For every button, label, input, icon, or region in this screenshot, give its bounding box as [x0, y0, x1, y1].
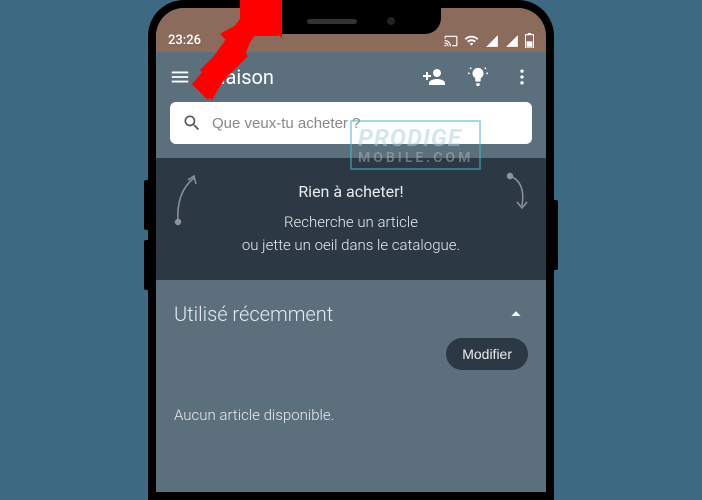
recent-section: Utilisé récemment Modifier Aucun article…	[156, 280, 546, 446]
empty-title: Rien à acheter!	[176, 182, 526, 201]
cast-icon	[444, 34, 458, 48]
hamburger-icon	[169, 66, 191, 88]
phone-screen: 23:26 Maison	[156, 8, 546, 492]
no-article-text: Aucun article disponible.	[174, 406, 528, 424]
status-icons	[444, 33, 534, 48]
search-box[interactable]	[170, 102, 532, 144]
tips-button[interactable]	[466, 65, 490, 89]
page-title: Maison	[208, 65, 406, 89]
chevron-up-icon	[505, 303, 527, 325]
phone-notch	[261, 8, 441, 34]
curve-arrow-up-icon	[172, 172, 202, 228]
empty-subtitle: Recherche un article ou jette un oeil da…	[176, 211, 526, 256]
collapse-button[interactable]	[504, 302, 528, 326]
signal-icon	[485, 34, 499, 48]
search-icon	[182, 113, 202, 133]
add-person-button[interactable]	[422, 65, 446, 89]
app-bar: Maison	[156, 52, 546, 102]
lightbulb-icon	[467, 66, 489, 88]
recent-title: Utilisé récemment	[174, 302, 333, 326]
person-add-icon	[422, 65, 446, 89]
curve-arrow-down-icon	[504, 172, 530, 212]
battery-icon	[525, 33, 534, 48]
status-bar: 23:26	[156, 8, 546, 52]
phone-frame: 23:26 Maison	[148, 0, 554, 500]
wifi-icon	[464, 33, 479, 48]
search-input[interactable]	[212, 115, 520, 132]
empty-state: Rien à acheter! Recherche un article ou …	[156, 158, 546, 280]
modify-button[interactable]: Modifier	[446, 338, 528, 370]
more-vert-icon	[512, 67, 532, 87]
more-button[interactable]	[510, 65, 534, 89]
menu-button[interactable]	[168, 65, 192, 89]
status-time: 23:26	[168, 33, 201, 48]
signal-icon-2	[505, 34, 519, 48]
